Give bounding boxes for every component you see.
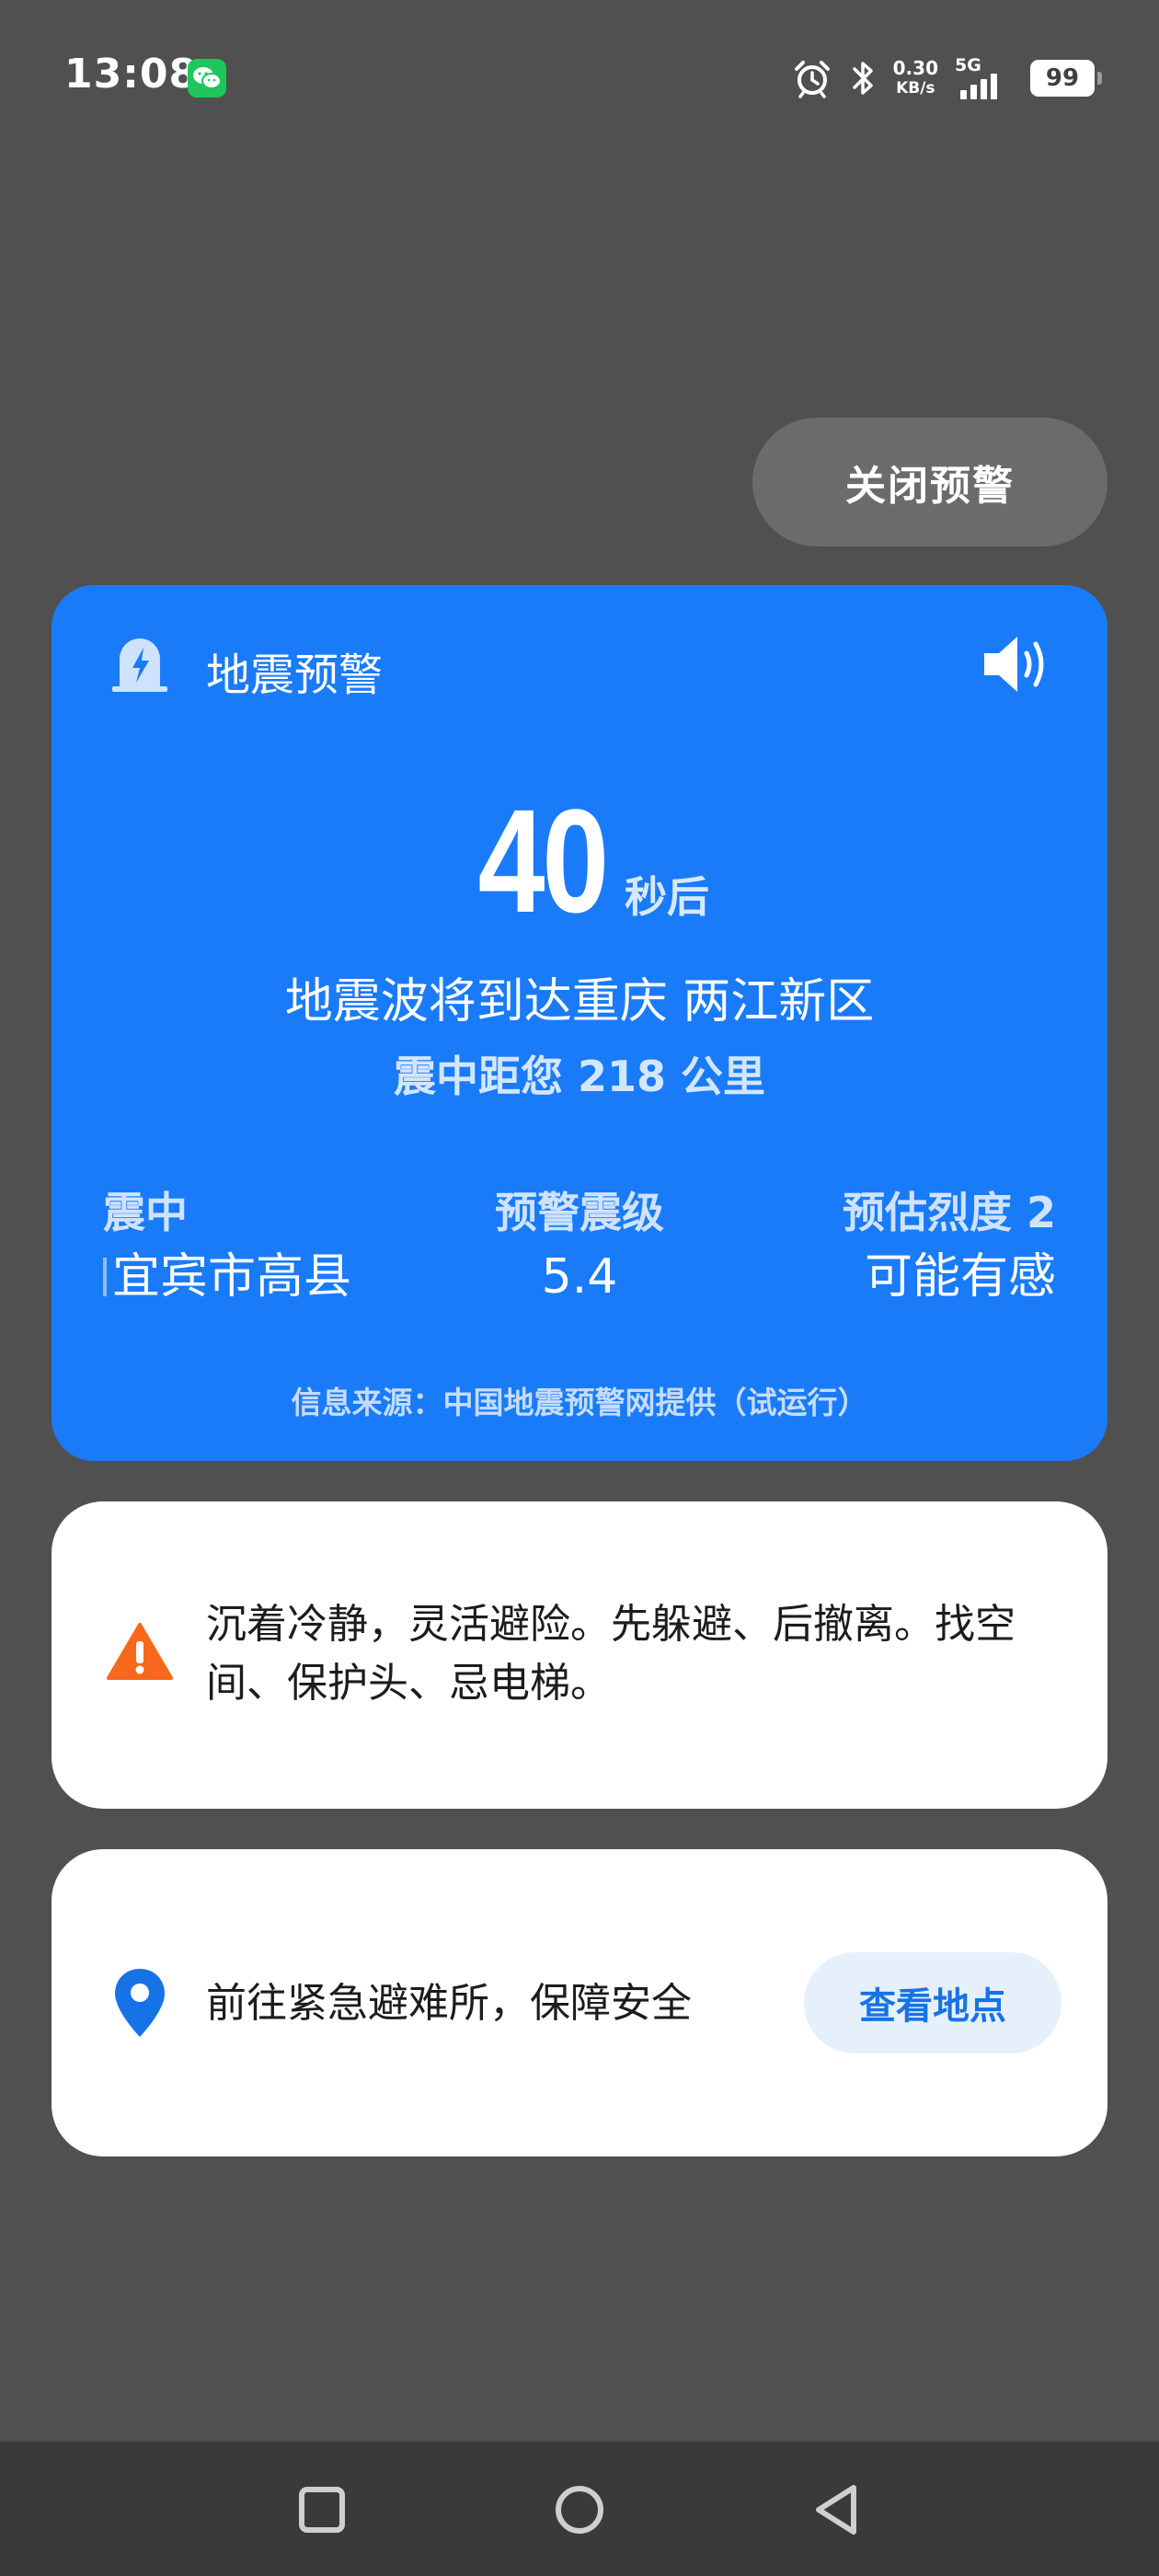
shelter-text: 前往紧急避难所，保障安全 [206,1980,692,2027]
arrival-text: 地震波将到达重庆 两江新区 [284,974,875,1029]
epicenter-info: 震中 宜宾市高县 [103,1185,351,1314]
location-pin-icon [115,1969,165,2037]
alert-title: 地震预警 [206,650,384,701]
bluetooth-icon [852,62,873,95]
earthquake-alert-card: 地震预警 40 秒后 地震波将到达重庆 两江新区 震中距您 218 公里 震中 … [52,585,1107,1461]
status-bar: 13:08 0.30 KB/s 5G 99 [0,0,1159,156]
epicenter-value: 宜宾市高县 [112,1249,352,1305]
marquee-indicator [103,1258,107,1296]
intensity-label: 预估烈度 2 [842,1188,1056,1237]
signal-bars-icon [960,74,997,99]
close-alert-button[interactable]: 关闭预警 [752,418,1107,546]
battery-indicator: 99 [1030,60,1102,97]
status-indicators: 0.30 KB/s 5G 99 [792,51,1102,106]
status-time: 13:08 [64,51,199,98]
network-speed: 0.30 KB/s [893,58,938,98]
magnitude-value: 5.4 [541,1249,618,1305]
speaker-volume-icon[interactable] [979,629,1052,699]
cellular-signal: 5G [955,55,1014,101]
square-icon[interactable] [285,2473,359,2547]
shelter-card: 前往紧急避难所，保障安全 查看地点 [52,1849,1107,2156]
epicenter-label: 震中 [103,1188,188,1237]
triangle-back-icon[interactable] [800,2473,874,2547]
navigation-bar [0,2442,1159,2576]
magnitude-label: 预警震级 [495,1188,664,1237]
view-location-button[interactable]: 查看地点 [804,1952,1061,2053]
countdown-unit: 秒后 [624,872,709,922]
wechat-icon [188,59,226,98]
network-speed-value: 0.30 [892,57,938,79]
safety-tip-text: 沉着冷静，灵活避险。先躲避、后撤离。找空间、保护头、忌电梯。 [206,1601,1016,1707]
alarm-clock-icon [794,61,830,98]
intensity-info: 预估烈度 2 可能有感 [843,1185,1056,1314]
source-info: 信息来源：中国地震预警网提供（试运行） [291,1385,868,1420]
countdown-seconds: 40 [477,778,610,943]
emergency-beacon-icon [112,638,167,692]
network-type: 5G [955,55,981,75]
warning-triangle-icon [107,1623,173,1680]
epicenter-distance: 震中距您 218 公里 [393,1052,766,1101]
circle-icon[interactable] [543,2473,616,2547]
epicenter-value-row: 宜宾市高县 [103,1240,351,1314]
magnitude-info: 预警震级 5.4 [442,1185,717,1314]
countdown: 40 秒后 [52,788,1107,935]
safety-tip-card: 沉着冷静，灵活避险。先躲避、后撤离。找空间、保护头、忌电梯。 [52,1501,1107,1809]
screen: 13:08 0.30 KB/s 5G 99 关闭预警 地震预警 40 秒后 地震… [0,0,1159,2576]
network-speed-unit: KB/s [896,79,935,98]
intensity-value: 可能有感 [864,1249,1056,1305]
